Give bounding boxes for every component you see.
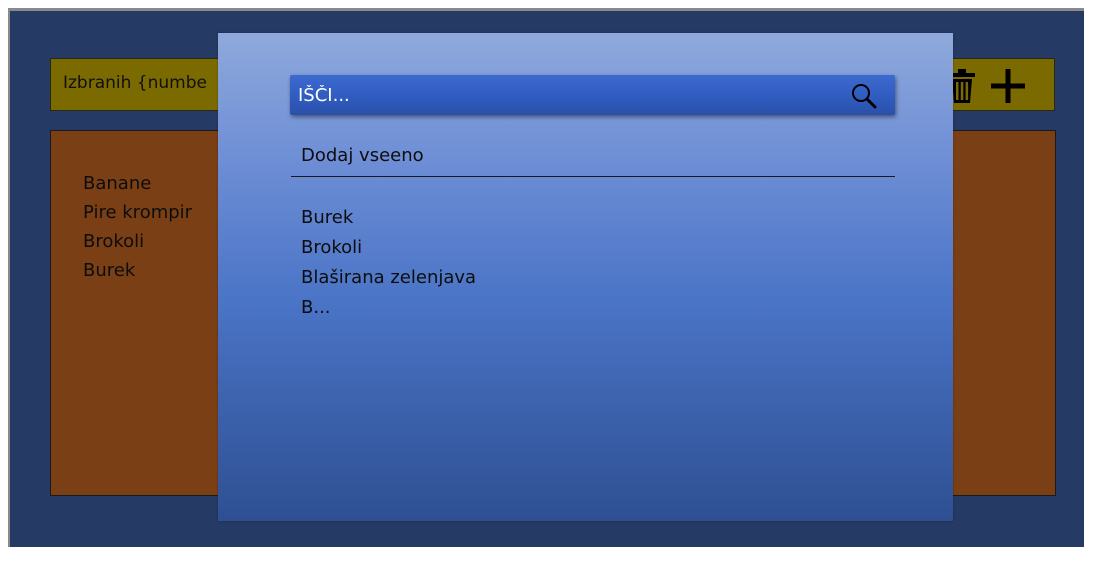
search-input[interactable] xyxy=(298,81,818,109)
list-item[interactable]: Banane xyxy=(83,169,192,198)
search-result-item[interactable]: B... xyxy=(301,293,476,323)
search-result-item[interactable]: Blaširana zelenjava xyxy=(301,263,476,293)
list-item[interactable]: Brokoli xyxy=(83,227,192,256)
selected-count-label: Izbranih {numbe xyxy=(63,73,207,93)
selected-items-list: Banane Pire krompir Brokoli Burek xyxy=(83,169,192,285)
search-box xyxy=(290,75,895,115)
list-item[interactable]: Burek xyxy=(83,256,192,285)
search-results-list: Burek Brokoli Blaširana zelenjava B... xyxy=(301,203,476,323)
divider xyxy=(291,176,895,177)
search-result-item[interactable]: Burek xyxy=(301,203,476,233)
toolbar xyxy=(940,58,1055,111)
search-result-item[interactable]: Brokoli xyxy=(301,233,476,263)
list-item[interactable]: Pire krompir xyxy=(83,198,192,227)
plus-icon[interactable] xyxy=(989,67,1027,105)
search-dialog: Dodaj vseeno Burek Brokoli Blaširana zel… xyxy=(218,33,953,521)
search-icon[interactable] xyxy=(850,82,878,110)
add-anyway-button[interactable]: Dodaj vseeno xyxy=(301,145,424,166)
canvas: Izbranih {numbe Banane Pire krompir Brok… xyxy=(0,0,1107,575)
